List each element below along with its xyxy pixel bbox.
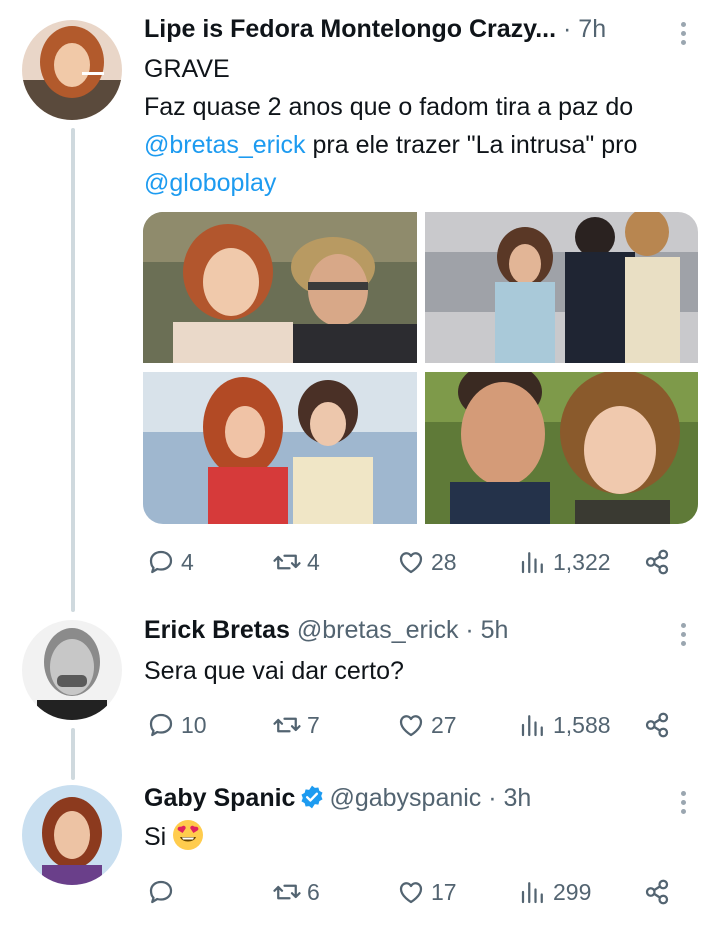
timestamp[interactable]: · 7h (563, 15, 606, 43)
retweet-count: 4 (307, 548, 320, 575)
views-button[interactable]: 299 (518, 872, 591, 912)
reply-icon (149, 713, 173, 737)
views-icon (521, 552, 543, 574)
retweet-count: 6 (307, 878, 320, 905)
retweet-button[interactable]: 6 (272, 872, 320, 912)
heart-eyes-emoji (173, 820, 204, 850)
tweet-header: Gaby Spanic @gabyspanic · 3h (144, 784, 531, 813)
thread-line (71, 128, 75, 612)
views-count: 299 (553, 878, 592, 905)
views-button[interactable]: 1,588 (518, 705, 611, 745)
tweet-header: Lipe is Fedora Montelongo Crazy... · 7h (144, 15, 606, 44)
display-name[interactable]: Lipe is Fedora Montelongo Crazy... (144, 15, 556, 43)
thread-line (71, 728, 75, 780)
tweet-actions: 6 17 299 (144, 872, 684, 912)
like-button[interactable]: 17 (396, 872, 457, 912)
tweet-line: @globoplay (144, 164, 637, 202)
views-icon (521, 715, 543, 737)
display-name[interactable]: Erick Bretas (144, 616, 290, 644)
like-button[interactable]: 27 (396, 705, 457, 745)
like-icon (399, 552, 423, 574)
handle-time[interactable]: @gabyspanic · 3h (329, 784, 531, 812)
avatar[interactable] (22, 620, 122, 720)
media-grid (143, 212, 698, 524)
retweet-button[interactable]: 4 (272, 542, 320, 582)
avatar[interactable] (22, 785, 122, 885)
more-icon[interactable] (672, 787, 694, 817)
tweet-actions: 10 7 27 1,588 (144, 705, 684, 745)
reply-button[interactable]: 4 (146, 542, 194, 582)
like-count: 28 (431, 548, 457, 575)
retweet-icon (273, 554, 301, 570)
more-icon[interactable] (672, 619, 694, 649)
retweet-count: 7 (307, 711, 320, 738)
tweet-actions: 4 4 28 1,322 (144, 542, 684, 582)
tweet-line: @bretas_erick pra ele trazer "La intrusa… (144, 126, 637, 164)
tweet-line: GRAVE (144, 55, 230, 83)
retweet-icon (273, 717, 301, 733)
more-icon[interactable] (672, 18, 694, 48)
like-button[interactable]: 28 (396, 542, 457, 582)
photo[interactable] (425, 372, 698, 524)
share-icon (645, 712, 669, 738)
reply-button[interactable] (146, 872, 181, 912)
tweet-line-text: pra ele trazer "La intrusa" pro (305, 131, 638, 159)
like-count: 27 (431, 711, 457, 738)
tweet-text-content: Si (144, 823, 167, 851)
tweet-header: Erick Bretas @bretas_erick · 5h (144, 616, 508, 645)
share-button[interactable] (642, 705, 672, 745)
views-button[interactable]: 1,322 (518, 542, 611, 582)
avatar[interactable] (22, 20, 122, 120)
share-icon (645, 549, 669, 575)
like-count: 17 (431, 878, 457, 905)
tweet-line: Faz quase 2 anos que o fadom tira a paz … (144, 93, 634, 121)
reply-count: 10 (181, 711, 207, 738)
mention-link[interactable]: @bretas_erick (144, 131, 306, 159)
photo[interactable] (425, 212, 698, 363)
views-count: 1,322 (553, 548, 611, 575)
handle-time[interactable]: @bretas_erick · 5h (297, 616, 509, 644)
tweet-text: Si (144, 818, 204, 856)
views-count: 1,588 (553, 711, 611, 738)
views-icon (521, 882, 543, 904)
photo[interactable] (143, 372, 417, 524)
photo[interactable] (143, 212, 417, 363)
like-icon (399, 882, 423, 904)
tweet-text: GRAVE Faz quase 2 anos que o fadom tira … (144, 50, 637, 202)
reply-count: 4 (181, 548, 194, 575)
reply-button[interactable]: 10 (146, 705, 207, 745)
tweet-text: Sera que vai dar certo? (144, 657, 404, 685)
retweet-button[interactable]: 7 (272, 705, 320, 745)
share-icon (645, 879, 669, 905)
verified-icon (301, 785, 323, 809)
display-name[interactable]: Gaby Spanic (144, 784, 295, 812)
mention-link[interactable]: @globoplay (144, 169, 276, 197)
share-button[interactable] (642, 872, 672, 912)
share-button[interactable] (642, 542, 672, 582)
reply-icon (149, 880, 173, 904)
reply-icon (149, 550, 173, 574)
like-icon (399, 715, 423, 737)
retweet-icon (273, 884, 301, 900)
